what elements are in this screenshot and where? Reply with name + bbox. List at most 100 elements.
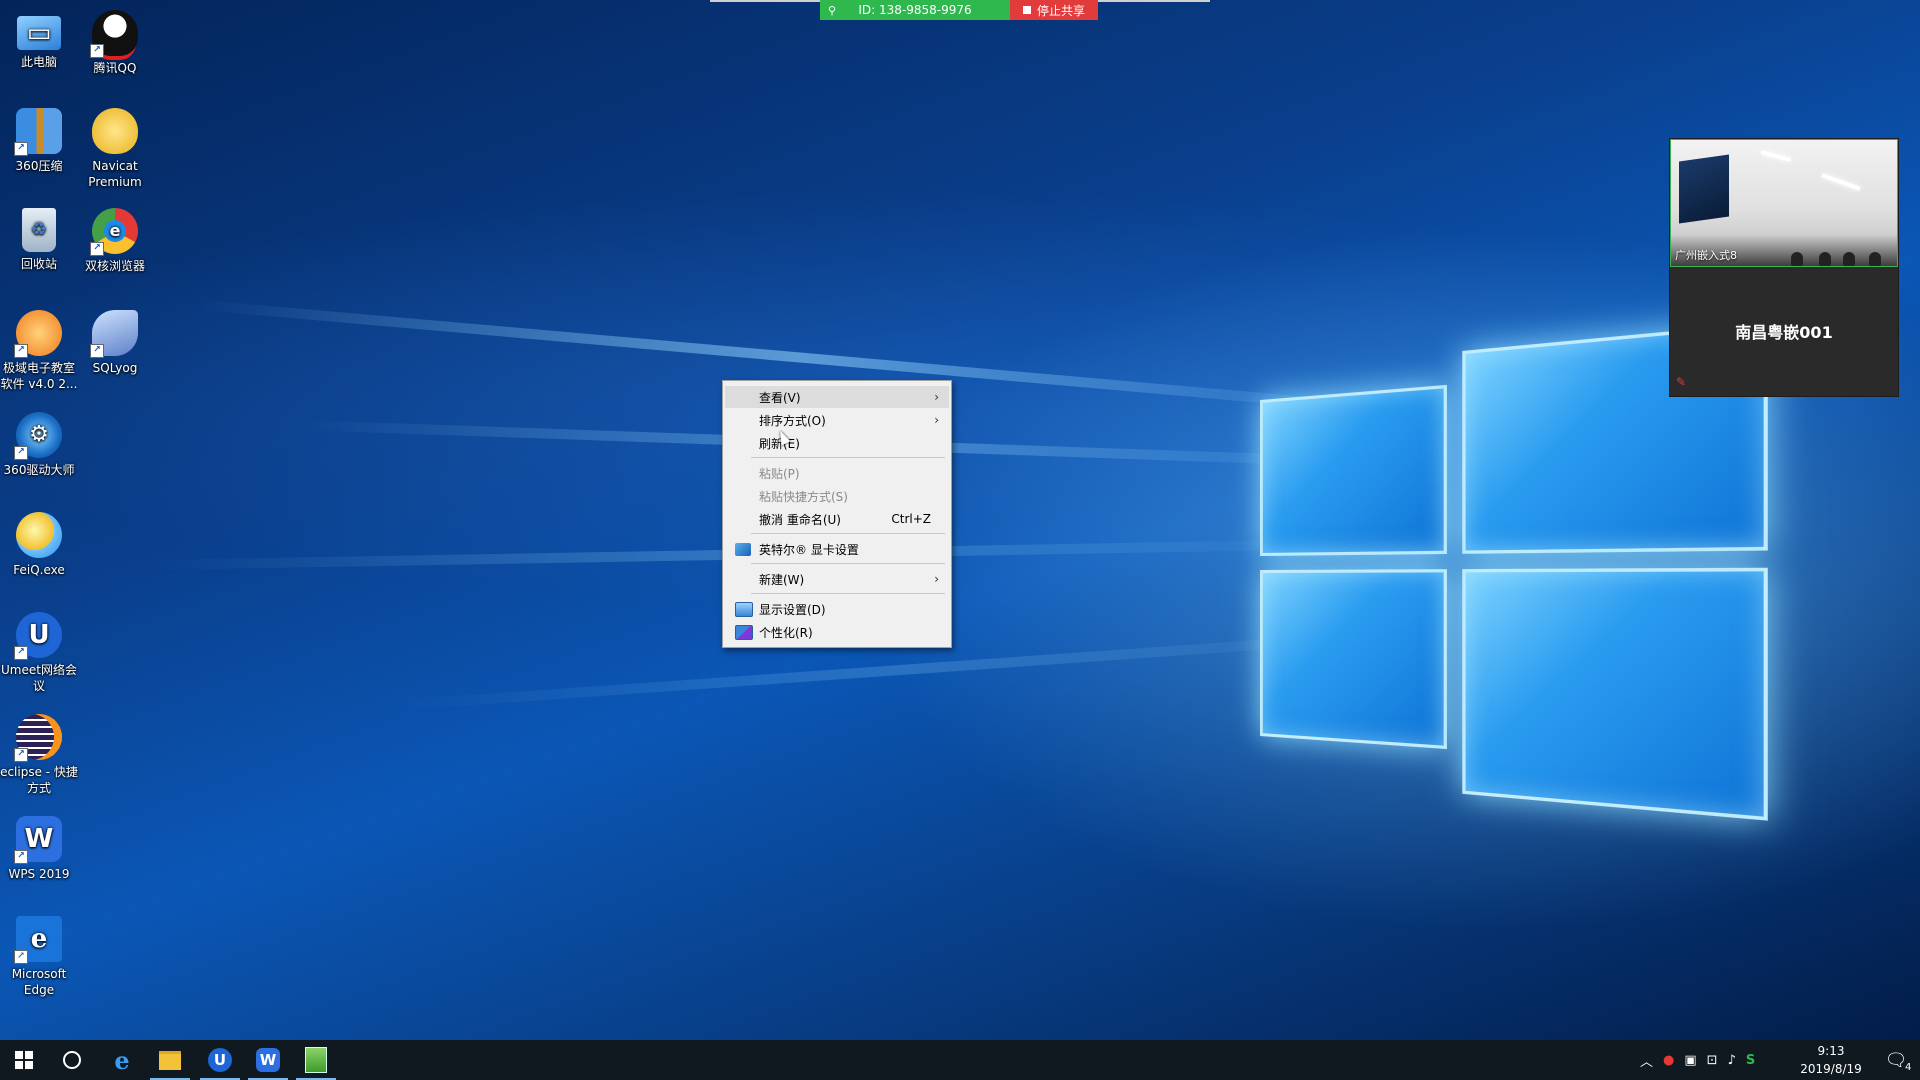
desktop-icon-label: FeiQ.exe bbox=[13, 563, 65, 577]
taskbar-file-explorer[interactable] bbox=[146, 1040, 194, 1080]
qq-tray-icon[interactable]: ● bbox=[1663, 1053, 1674, 1068]
shortcut-arrow-icon: ↗ bbox=[14, 344, 28, 358]
desktop-icon-label: 360驱动大师 bbox=[3, 463, 75, 477]
desktop[interactable]: ▭ 此电脑 ↗ 360压缩 ♻ 回收站 ↗ 极域电子教室软件 v4.0 2...… bbox=[0, 0, 1920, 1040]
archive-icon: ↗ bbox=[14, 108, 62, 156]
shortcut-arrow-icon: ↗ bbox=[14, 850, 28, 864]
desktop-icon-label: SQLyog bbox=[92, 361, 138, 375]
device-tray-icon[interactable]: ▣ bbox=[1684, 1053, 1696, 1068]
clock-date: 2019/8/19 bbox=[1800, 1062, 1862, 1076]
intel-graphics-icon bbox=[735, 542, 751, 556]
taskbar-wps[interactable]: W bbox=[244, 1040, 292, 1080]
desktop-icon-label: 此电脑 bbox=[20, 55, 57, 69]
taskbar-umeet[interactable]: U bbox=[196, 1040, 244, 1080]
menu-separator bbox=[751, 563, 945, 564]
desktop-icon-360zip[interactable]: ↗ 360压缩 bbox=[0, 108, 78, 174]
stop-sharing-label: 停止共享 bbox=[1036, 3, 1085, 18]
network-icon[interactable]: ⊡ bbox=[1707, 1053, 1718, 1068]
menu-item-sort-by[interactable]: 排序方式(O) › bbox=[725, 409, 949, 431]
desktop-icon-recycle-bin[interactable]: ♻ 回收站 bbox=[0, 208, 78, 272]
camera-label: 广州嵌入式8 bbox=[1675, 249, 1737, 262]
edge-icon: e ↗ bbox=[14, 916, 62, 964]
start-button[interactable] bbox=[0, 1040, 48, 1080]
cortana-circle-icon bbox=[63, 1051, 81, 1069]
desktop-icon-umeet[interactable]: U ↗ Umeet网络会议 bbox=[0, 612, 78, 694]
computer-icon: ▭ bbox=[17, 16, 61, 50]
camera-feed[interactable]: 广州嵌入式8 bbox=[1670, 139, 1898, 267]
menu-item-paste-shortcut: 粘贴快捷方式(S) bbox=[759, 489, 848, 504]
menu-item-refresh[interactable]: 刷新(E) bbox=[725, 432, 949, 454]
shortcut-arrow-icon: ↗ bbox=[90, 44, 104, 58]
menu-item-view[interactable]: 查看(V) › bbox=[725, 386, 949, 408]
desktop-icon-browser[interactable]: e ↗ 双核浏览器 bbox=[76, 208, 154, 274]
desktop-icon-sqlyog[interactable]: ↗ SQLyog bbox=[76, 310, 154, 376]
desktop-icon-label: eclipse - 快捷方式 bbox=[0, 765, 78, 795]
logo-pane-top-left bbox=[1260, 384, 1447, 556]
action-center-button[interactable]: 🗨 4 bbox=[1872, 1040, 1920, 1080]
desktop-icon-navicat[interactable]: Navicat Premium bbox=[76, 108, 154, 190]
taskbar-clock[interactable]: 9:13 2019/8/19 bbox=[1786, 1042, 1876, 1078]
menu-item-undo-rename[interactable]: 撤消 重命名(U) Ctrl+Z bbox=[725, 508, 949, 530]
ceiling-light bbox=[1760, 150, 1792, 162]
umeet-icon: U bbox=[208, 1048, 232, 1072]
pin-icon[interactable]: ⚲ bbox=[828, 4, 836, 17]
shortcut-arrow-icon: ↗ bbox=[14, 446, 28, 460]
search-button[interactable] bbox=[48, 1040, 96, 1080]
menu-item-intel-graphics[interactable]: 英特尔® 显卡设置 bbox=[725, 538, 949, 560]
desktop-icon-label: 360压缩 bbox=[15, 159, 63, 173]
volume-icon[interactable]: ♪ bbox=[1728, 1053, 1736, 1068]
submenu-arrow-icon: › bbox=[934, 572, 939, 586]
stop-square-icon bbox=[1022, 6, 1031, 14]
desktop-icon-label: Microsoft Edge bbox=[11, 967, 67, 997]
desktop-icon-eclipse[interactable]: ↗ eclipse - 快捷方式 bbox=[0, 714, 78, 796]
logo-pane-bottom-right bbox=[1462, 567, 1768, 821]
camera-scene-screen bbox=[1679, 154, 1729, 224]
shortcut-arrow-icon: ↗ bbox=[14, 646, 28, 660]
wps-icon: W ↗ bbox=[14, 816, 62, 864]
umeet-icon: U ↗ bbox=[14, 612, 62, 660]
muted-mic-icon[interactable]: ✎ bbox=[1676, 375, 1686, 389]
logo-pane-bottom-left bbox=[1260, 569, 1447, 750]
video-conference-panel[interactable]: 广州嵌入式8 南昌粤嵌001 ✎ bbox=[1669, 138, 1899, 397]
desktop-icon-wps[interactable]: W ↗ WPS 2019 bbox=[0, 816, 78, 882]
shortcut-arrow-icon: ↗ bbox=[90, 344, 104, 358]
menu-item-new[interactable]: 新建(W) › bbox=[725, 568, 949, 590]
display-icon bbox=[735, 601, 753, 617]
submenu-arrow-icon: › bbox=[934, 390, 939, 404]
desktop-context-menu[interactable]: 查看(V) › 排序方式(O) › 刷新(E) 粘贴(P) 粘贴快捷方式(S) … bbox=[722, 380, 952, 648]
shortcut-arrow-icon: ↗ bbox=[14, 748, 28, 762]
navicat-icon bbox=[92, 108, 138, 154]
driver-gear-icon: ⚙ ↗ bbox=[14, 412, 62, 460]
shortcut-arrow-icon: ↗ bbox=[14, 950, 28, 964]
menu-separator bbox=[751, 593, 945, 594]
meeting-id: ID: 138-9858-9976 bbox=[858, 3, 972, 17]
meeting-id-badge: ⚲ ID: 138-9858-9976 bbox=[820, 0, 1010, 20]
taskbar-notepad[interactable] bbox=[292, 1040, 340, 1080]
windows-start-icon bbox=[15, 1051, 33, 1069]
desktop-icon-this-pc[interactable]: ▭ 此电脑 bbox=[0, 10, 78, 70]
sqlyog-dolphin-icon: ↗ bbox=[90, 310, 138, 358]
desktop-icon-360driver[interactable]: ⚙ ↗ 360驱动大师 bbox=[0, 412, 78, 478]
menu-separator bbox=[751, 457, 945, 458]
windows-logo bbox=[1260, 322, 1773, 839]
menu-separator bbox=[751, 533, 945, 534]
menu-item-display-settings[interactable]: 显示设置(D) bbox=[725, 598, 949, 620]
shortcut-arrow-icon: ↗ bbox=[14, 142, 28, 156]
desktop-icon-label: 腾讯QQ bbox=[93, 61, 137, 75]
desktop-icon-edge[interactable]: e ↗ Microsoft Edge bbox=[0, 916, 78, 998]
stop-sharing-button[interactable]: 停止共享 bbox=[1010, 0, 1098, 20]
desktop-icon-feiq[interactable]: FeiQ.exe bbox=[0, 512, 78, 578]
feiq-icon bbox=[16, 512, 62, 558]
taskbar: e U W ︿ ● ▣ ⊡ ♪ S 9:13 2019/8/19 🗨 4 bbox=[0, 1040, 1920, 1080]
desktop-icon-label: 极域电子教室软件 v4.0 2... bbox=[0, 361, 78, 391]
browser-icon: e ↗ bbox=[90, 208, 138, 256]
notification-icon: 🗨 4 bbox=[1884, 1049, 1912, 1073]
show-hidden-icons-button[interactable]: ︿ bbox=[1640, 1051, 1653, 1070]
screen-share-bar: ⚲ ID: 138-9858-9976 停止共享 bbox=[820, 0, 1098, 20]
desktop-icon-classroom[interactable]: ↗ 极域电子教室软件 v4.0 2... bbox=[0, 310, 78, 392]
input-method-icon[interactable]: S bbox=[1746, 1053, 1755, 1068]
taskbar-edge[interactable]: e bbox=[98, 1040, 146, 1080]
camera-scene-audience bbox=[1791, 248, 1891, 266]
menu-item-personalize[interactable]: 个性化(R) bbox=[725, 621, 949, 643]
desktop-icon-qq[interactable]: ↗ 腾讯QQ bbox=[76, 10, 154, 76]
